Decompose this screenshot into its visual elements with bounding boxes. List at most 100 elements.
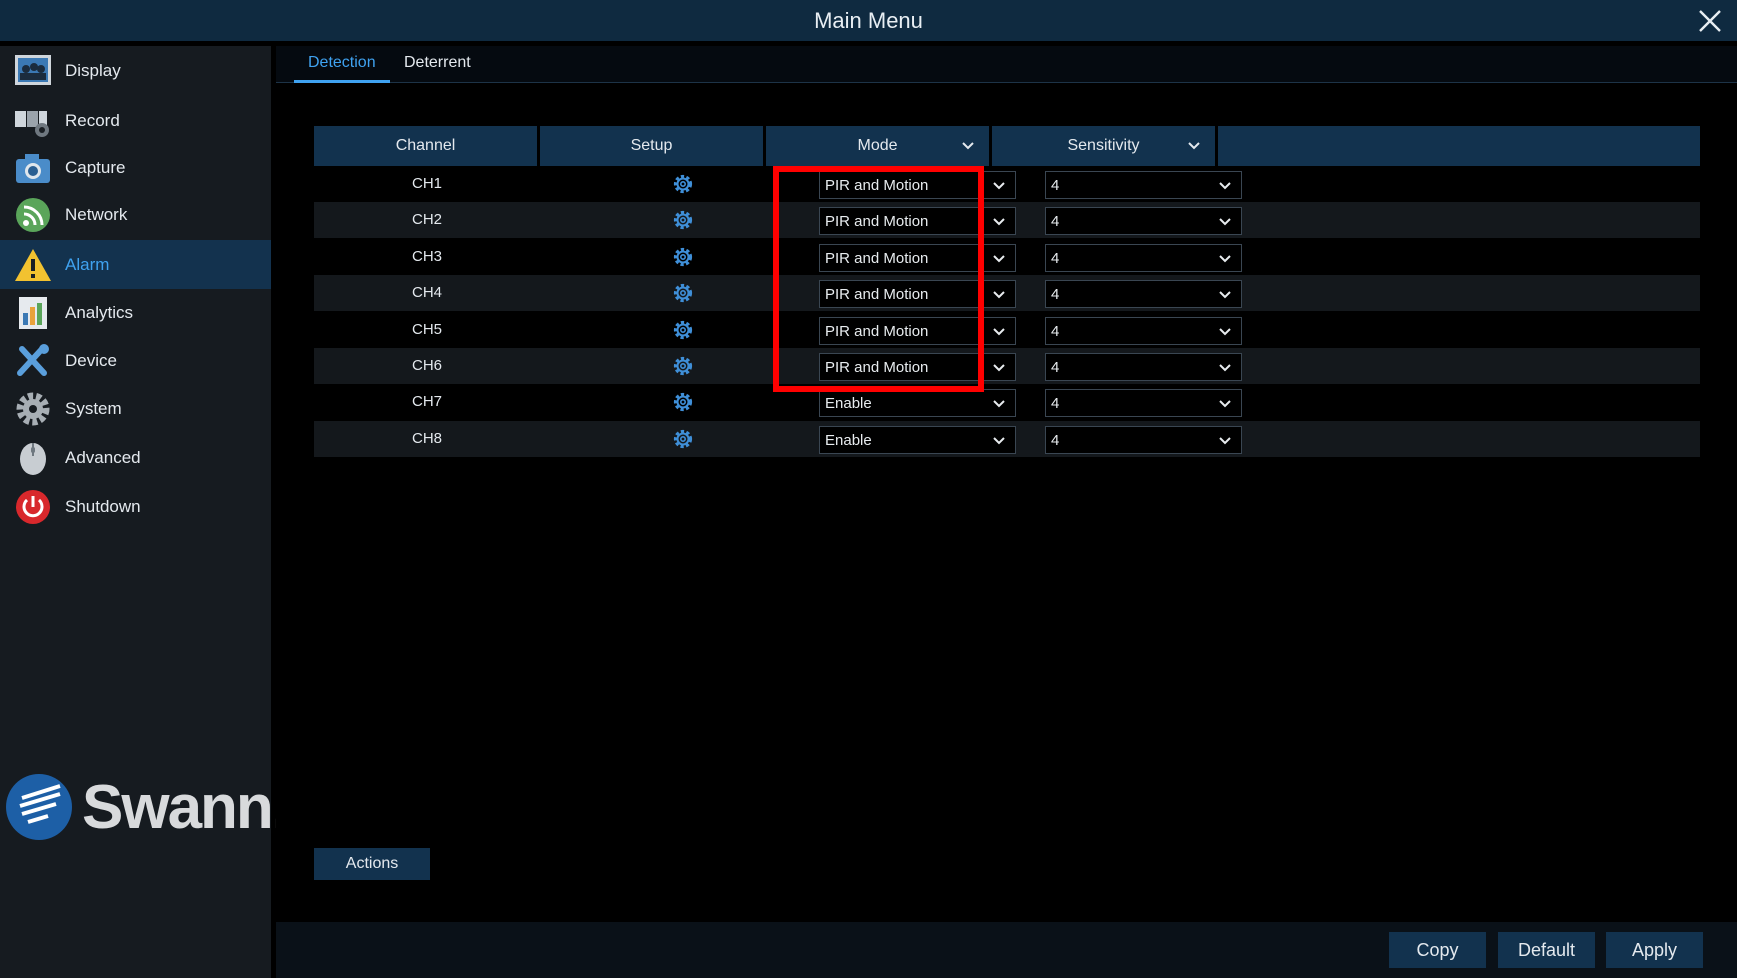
channel-label: CH2 [411, 211, 442, 229]
mode-dropdown[interactable]: PIR and Motion [819, 207, 1016, 236]
chevron-down-icon [993, 437, 1005, 445]
tab-bar: Detection Deterrent [276, 46, 1737, 83]
mode-dropdown[interactable]: PIR and Motion [819, 171, 1016, 199]
sidebar-item-label: Network [65, 205, 128, 224]
setup-gear-icon[interactable] [672, 209, 694, 231]
setup-gear-icon[interactable] [672, 319, 694, 341]
sidebar-item-capture[interactable]: Capture [0, 143, 271, 192]
actions-button[interactable]: Actions [314, 848, 430, 880]
chevron-down-icon [1219, 327, 1231, 336]
apply-button[interactable]: Apply [1606, 932, 1703, 968]
sensitivity-dropdown[interactable]: 4 [1045, 171, 1242, 199]
swann-logo-icon [6, 774, 72, 840]
mouse-icon [20, 443, 46, 475]
table-row: CH3 PIR and Motion 4 [314, 239, 1700, 275]
main-panel: Detection Deterrent Channel Setup Mode S… [276, 46, 1737, 978]
mode-value: PIR and Motion [825, 322, 929, 340]
analytics-icon [19, 297, 47, 329]
warning-icon [15, 249, 51, 281]
header-sensitivity-label: Sensitivity [1067, 137, 1140, 154]
chevron-down-icon [993, 182, 1005, 190]
sidebar-item-label: Shutdown [65, 497, 141, 516]
setup-gear-icon[interactable] [672, 428, 694, 450]
setup-gear-icon[interactable] [672, 173, 694, 195]
mode-dropdown[interactable]: PIR and Motion [819, 280, 1016, 309]
sidebar-item-system[interactable]: System [0, 384, 271, 433]
chevron-down-icon [1219, 364, 1231, 372]
header-channel: Channel [314, 126, 540, 166]
sensitivity-value: 4 [1051, 431, 1060, 449]
mode-value: Enable [825, 431, 872, 449]
table-header: Channel Setup Mode Sensitivity [314, 126, 1700, 166]
sidebar-item-label: Device [65, 351, 117, 370]
header-mode-label: Mode [857, 137, 898, 154]
sensitivity-value: 4 [1051, 213, 1060, 231]
sensitivity-value: 4 [1051, 395, 1060, 413]
table-row: CH1 PIR and Motion 4 [314, 166, 1700, 202]
sensitivity-dropdown[interactable]: 4 [1045, 243, 1242, 272]
sidebar-item-label: Advanced [65, 448, 141, 467]
setup-gear-icon[interactable] [672, 246, 694, 268]
sensitivity-dropdown[interactable]: 4 [1045, 280, 1242, 309]
sidebar-item-label: Alarm [65, 255, 110, 274]
setup-gear-icon[interactable] [672, 282, 694, 304]
chevron-down-icon [1219, 182, 1231, 190]
chevron-down-icon [962, 142, 974, 150]
sidebar-item-label: Display [65, 61, 121, 80]
tools-icon [17, 344, 49, 376]
chevron-down-icon [1188, 142, 1200, 150]
chevron-down-icon [993, 364, 1005, 372]
mode-value: PIR and Motion [825, 359, 929, 376]
table-row: CH5 PIR and Motion 4 [314, 312, 1700, 348]
sensitivity-dropdown[interactable]: 4 [1045, 353, 1242, 381]
copy-button[interactable]: Copy [1389, 932, 1486, 968]
default-button[interactable]: Default [1498, 932, 1595, 968]
tab-deterrent[interactable]: Deterrent [404, 54, 471, 72]
sensitivity-dropdown[interactable]: 4 [1045, 425, 1242, 454]
window-title: Main Menu [814, 8, 923, 33]
table-row: CH6 PIR and Motion 4 [314, 348, 1700, 384]
sidebar-item-device[interactable]: Device [0, 336, 271, 385]
sidebar-item-analytics[interactable]: Analytics [0, 288, 271, 337]
table-row: CH7 Enable 4 [314, 384, 1700, 420]
channel-label: CH5 [411, 320, 442, 338]
sidebar-item-label: System [65, 399, 122, 418]
display-icon [15, 55, 51, 85]
power-icon [16, 490, 50, 524]
mode-dropdown[interactable]: PIR and Motion [819, 316, 1016, 345]
setup-gear-icon[interactable] [672, 355, 694, 377]
network-icon [16, 198, 50, 232]
channel-label: CH6 [411, 357, 442, 374]
mode-value: PIR and Motion [825, 213, 929, 231]
mode-dropdown[interactable]: Enable [819, 425, 1016, 454]
sidebar-item-network[interactable]: Network [0, 190, 271, 239]
mode-dropdown[interactable]: PIR and Motion [819, 243, 1016, 272]
sensitivity-value: 4 [1051, 286, 1060, 304]
mode-value: PIR and Motion [825, 286, 929, 304]
sensitivity-dropdown[interactable]: 4 [1045, 316, 1242, 345]
tab-detection[interactable]: Detection [308, 54, 376, 72]
sidebar-item-shutdown[interactable]: Shutdown [0, 482, 271, 531]
chevron-down-icon [993, 218, 1005, 226]
sidebar-item-alarm[interactable]: Alarm [0, 240, 271, 289]
mode-dropdown[interactable]: PIR and Motion [819, 353, 1016, 381]
gear-icon [16, 392, 50, 426]
sidebar-item-record[interactable]: Record [0, 96, 271, 145]
sensitivity-value: 4 [1051, 177, 1060, 194]
sensitivity-dropdown[interactable]: 4 [1045, 207, 1242, 236]
header-setup: Setup [540, 126, 766, 166]
close-icon[interactable] [1697, 8, 1723, 34]
sidebar-item-advanced[interactable]: Advanced [0, 433, 271, 482]
logo-text: Swann. [82, 773, 289, 842]
setup-gear-icon[interactable] [672, 391, 694, 413]
record-icon [15, 111, 49, 137]
sensitivity-dropdown[interactable]: 4 [1045, 389, 1242, 418]
channel-label: CH4 [411, 284, 442, 302]
mode-value: PIR and Motion [825, 249, 929, 267]
chevron-down-icon [993, 400, 1005, 408]
header-mode[interactable]: Mode [766, 126, 992, 166]
mode-dropdown[interactable]: Enable [819, 389, 1016, 418]
swann-logo: Swann. [4, 770, 289, 844]
sidebar-item-display[interactable]: Display [0, 46, 271, 95]
header-sensitivity[interactable]: Sensitivity [992, 126, 1218, 166]
